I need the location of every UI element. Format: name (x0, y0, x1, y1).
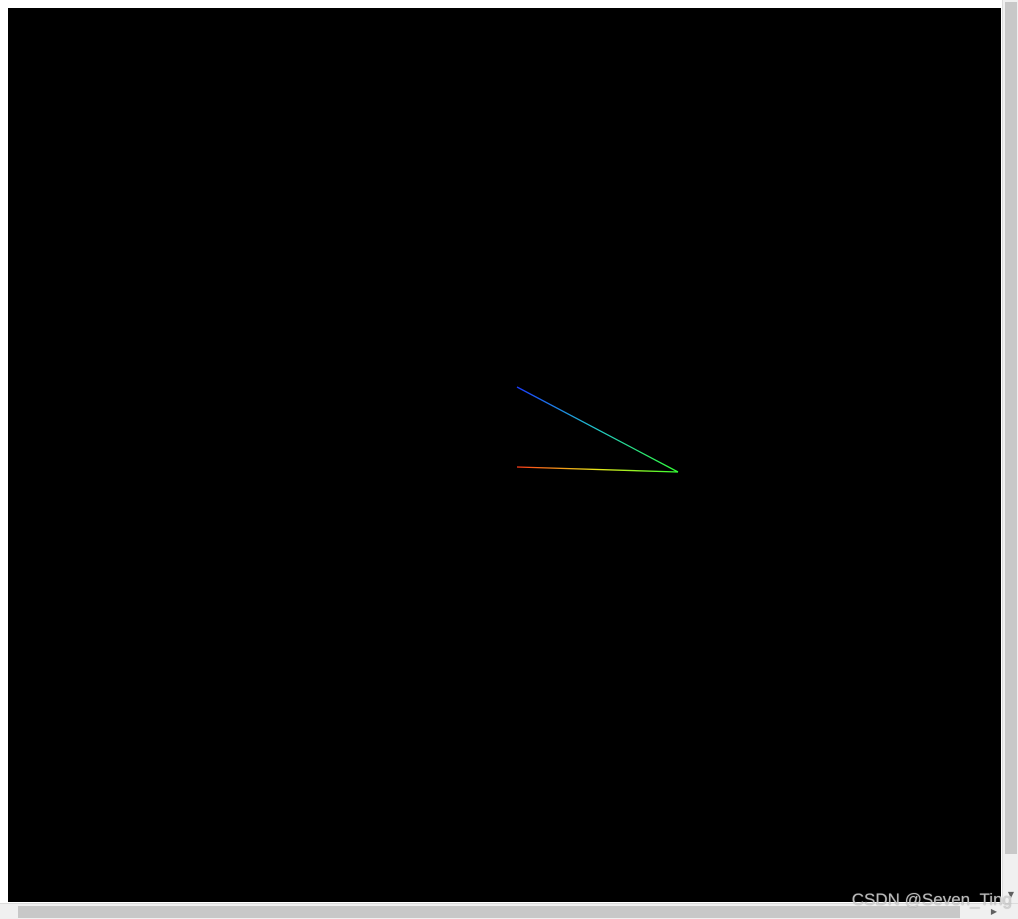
watermark-text: CSDN @Seven_Ting (851, 890, 1012, 909)
horizontal-scrollbar-thumb[interactable] (18, 906, 960, 918)
vertical-scrollbar-thumb[interactable] (1005, 2, 1017, 854)
line-segment-green-red (516, 466, 679, 473)
vertical-scrollbar[interactable]: ▼ (1002, 0, 1018, 903)
browser-viewport: ▼ ▶ CSDN @Seven_Ting (0, 0, 1018, 919)
line-segment-blue-green (516, 386, 679, 473)
render-canvas[interactable] (8, 8, 1001, 902)
line-scene (516, 386, 679, 473)
